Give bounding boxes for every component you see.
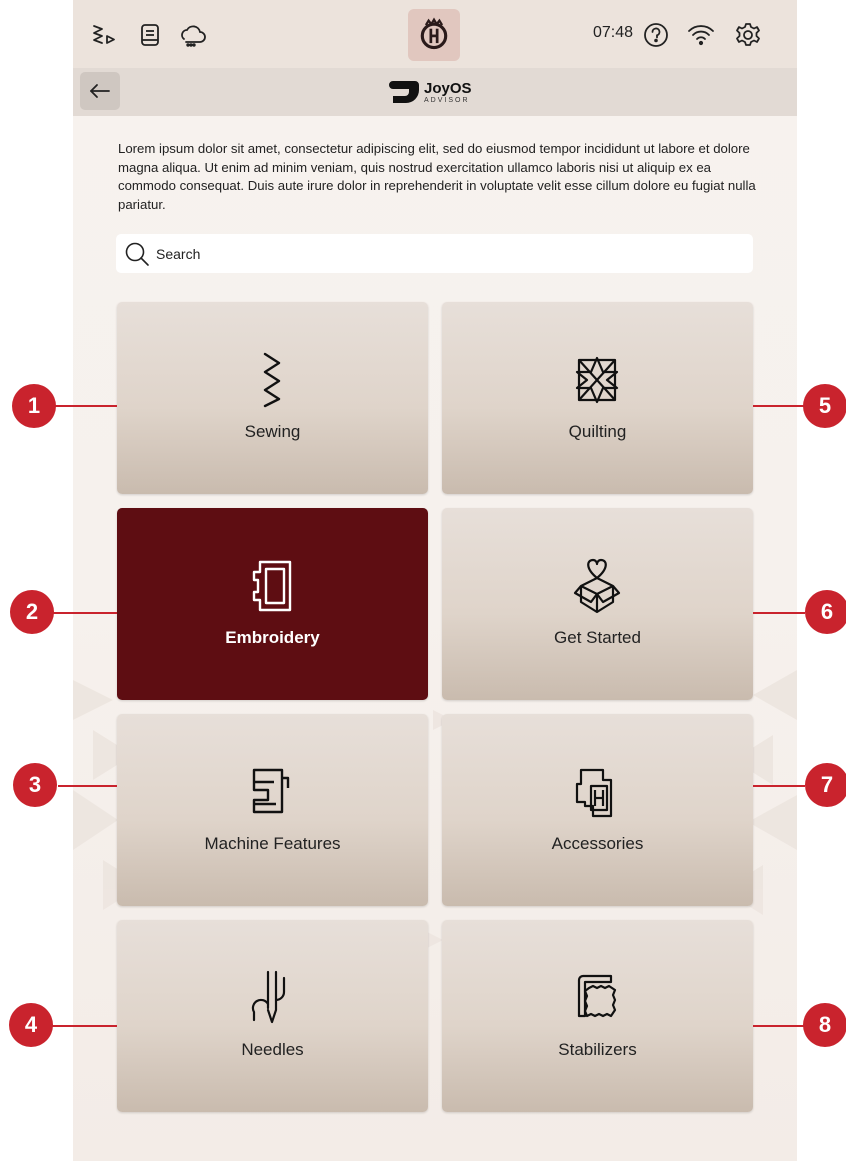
tile-label: Sewing <box>244 422 301 441</box>
status-bar: 07:48 <box>73 0 797 68</box>
tile-label: Get Started <box>554 628 641 647</box>
category-tile-machine-features[interactable]: Machine Features <box>117 714 428 906</box>
quilt-star-icon <box>575 356 619 404</box>
tile-label: Machine Features <box>204 834 341 853</box>
zigzag-stitch-icon <box>263 352 281 408</box>
category-tile-needles[interactable]: Needles <box>117 920 428 1112</box>
callout-badge-2: 2 <box>10 590 54 634</box>
help-icon[interactable] <box>641 20 671 50</box>
settings-icon[interactable] <box>733 20 763 50</box>
category-tile-embroidery[interactable]: Embroidery <box>117 508 428 700</box>
category-tile-accessories[interactable]: Accessories <box>442 714 753 906</box>
callout-badge-1: 1 <box>12 384 56 428</box>
callout-badge-4: 4 <box>9 1003 53 1047</box>
arrow-left-icon <box>90 84 110 98</box>
cloud-icon[interactable] <box>177 20 207 50</box>
joyos-advisor-logo: JoyOS ADVISOR <box>389 76 472 108</box>
callout-line <box>52 1025 117 1027</box>
needle-threader-icon <box>251 970 286 1024</box>
callout-line <box>753 612 805 614</box>
callout-badge-7: 7 <box>805 763 846 807</box>
callout-badge-6: 6 <box>805 590 846 634</box>
callout-line <box>753 785 805 787</box>
embroidery-hoop-icon <box>252 560 292 612</box>
stitch-icon[interactable] <box>89 20 119 50</box>
callout-line <box>52 612 117 614</box>
category-tile-get-started[interactable]: Get Started <box>442 508 753 700</box>
callout-badge-5: 5 <box>803 384 846 428</box>
header-bar: JoyOS ADVISOR <box>73 68 797 116</box>
search-box[interactable] <box>116 234 753 273</box>
stabilizer-fabric-icon <box>577 974 617 1018</box>
callout-line <box>52 405 117 407</box>
tile-label: Stabilizers <box>558 1040 637 1059</box>
category-tile-sewing[interactable]: Sewing <box>117 302 428 494</box>
husqvarna-logo-button[interactable] <box>408 9 460 61</box>
callout-line <box>753 1025 805 1027</box>
tile-label: Embroidery <box>225 628 320 647</box>
device-screen: 07:48 JoyOS ADVISOR Lorem ipsum dolor si… <box>73 0 797 1161</box>
wifi-icon[interactable] <box>686 20 716 50</box>
gift-box-heart-icon <box>573 558 621 614</box>
tile-label: Needles <box>241 1040 304 1059</box>
sewing-machine-icon <box>252 768 290 814</box>
category-tile-quilting[interactable]: Quilting <box>442 302 753 494</box>
clock: 07:48 <box>593 24 634 41</box>
husqvarna-logo-icon <box>420 17 448 50</box>
callout-badge-8: 8 <box>803 1003 846 1047</box>
joyos-mark-icon <box>389 81 419 103</box>
callout-line <box>753 405 805 407</box>
tile-label: Quilting <box>568 422 627 441</box>
logo-subtitle: ADVISOR <box>424 96 470 104</box>
back-button[interactable] <box>80 72 120 110</box>
callout-badge-3: 3 <box>13 763 57 807</box>
callout-line <box>58 785 117 787</box>
intro-text: Lorem ipsum dolor sit amet, consectetur … <box>118 141 756 212</box>
search-input[interactable] <box>154 237 718 270</box>
presser-feet-icon <box>575 768 613 818</box>
search-icon <box>125 242 149 266</box>
logo-name: JoyOS <box>424 79 472 97</box>
category-tile-stabilizers[interactable]: Stabilizers <box>442 920 753 1112</box>
book-icon[interactable] <box>135 20 165 50</box>
tile-label: Accessories <box>551 834 644 853</box>
